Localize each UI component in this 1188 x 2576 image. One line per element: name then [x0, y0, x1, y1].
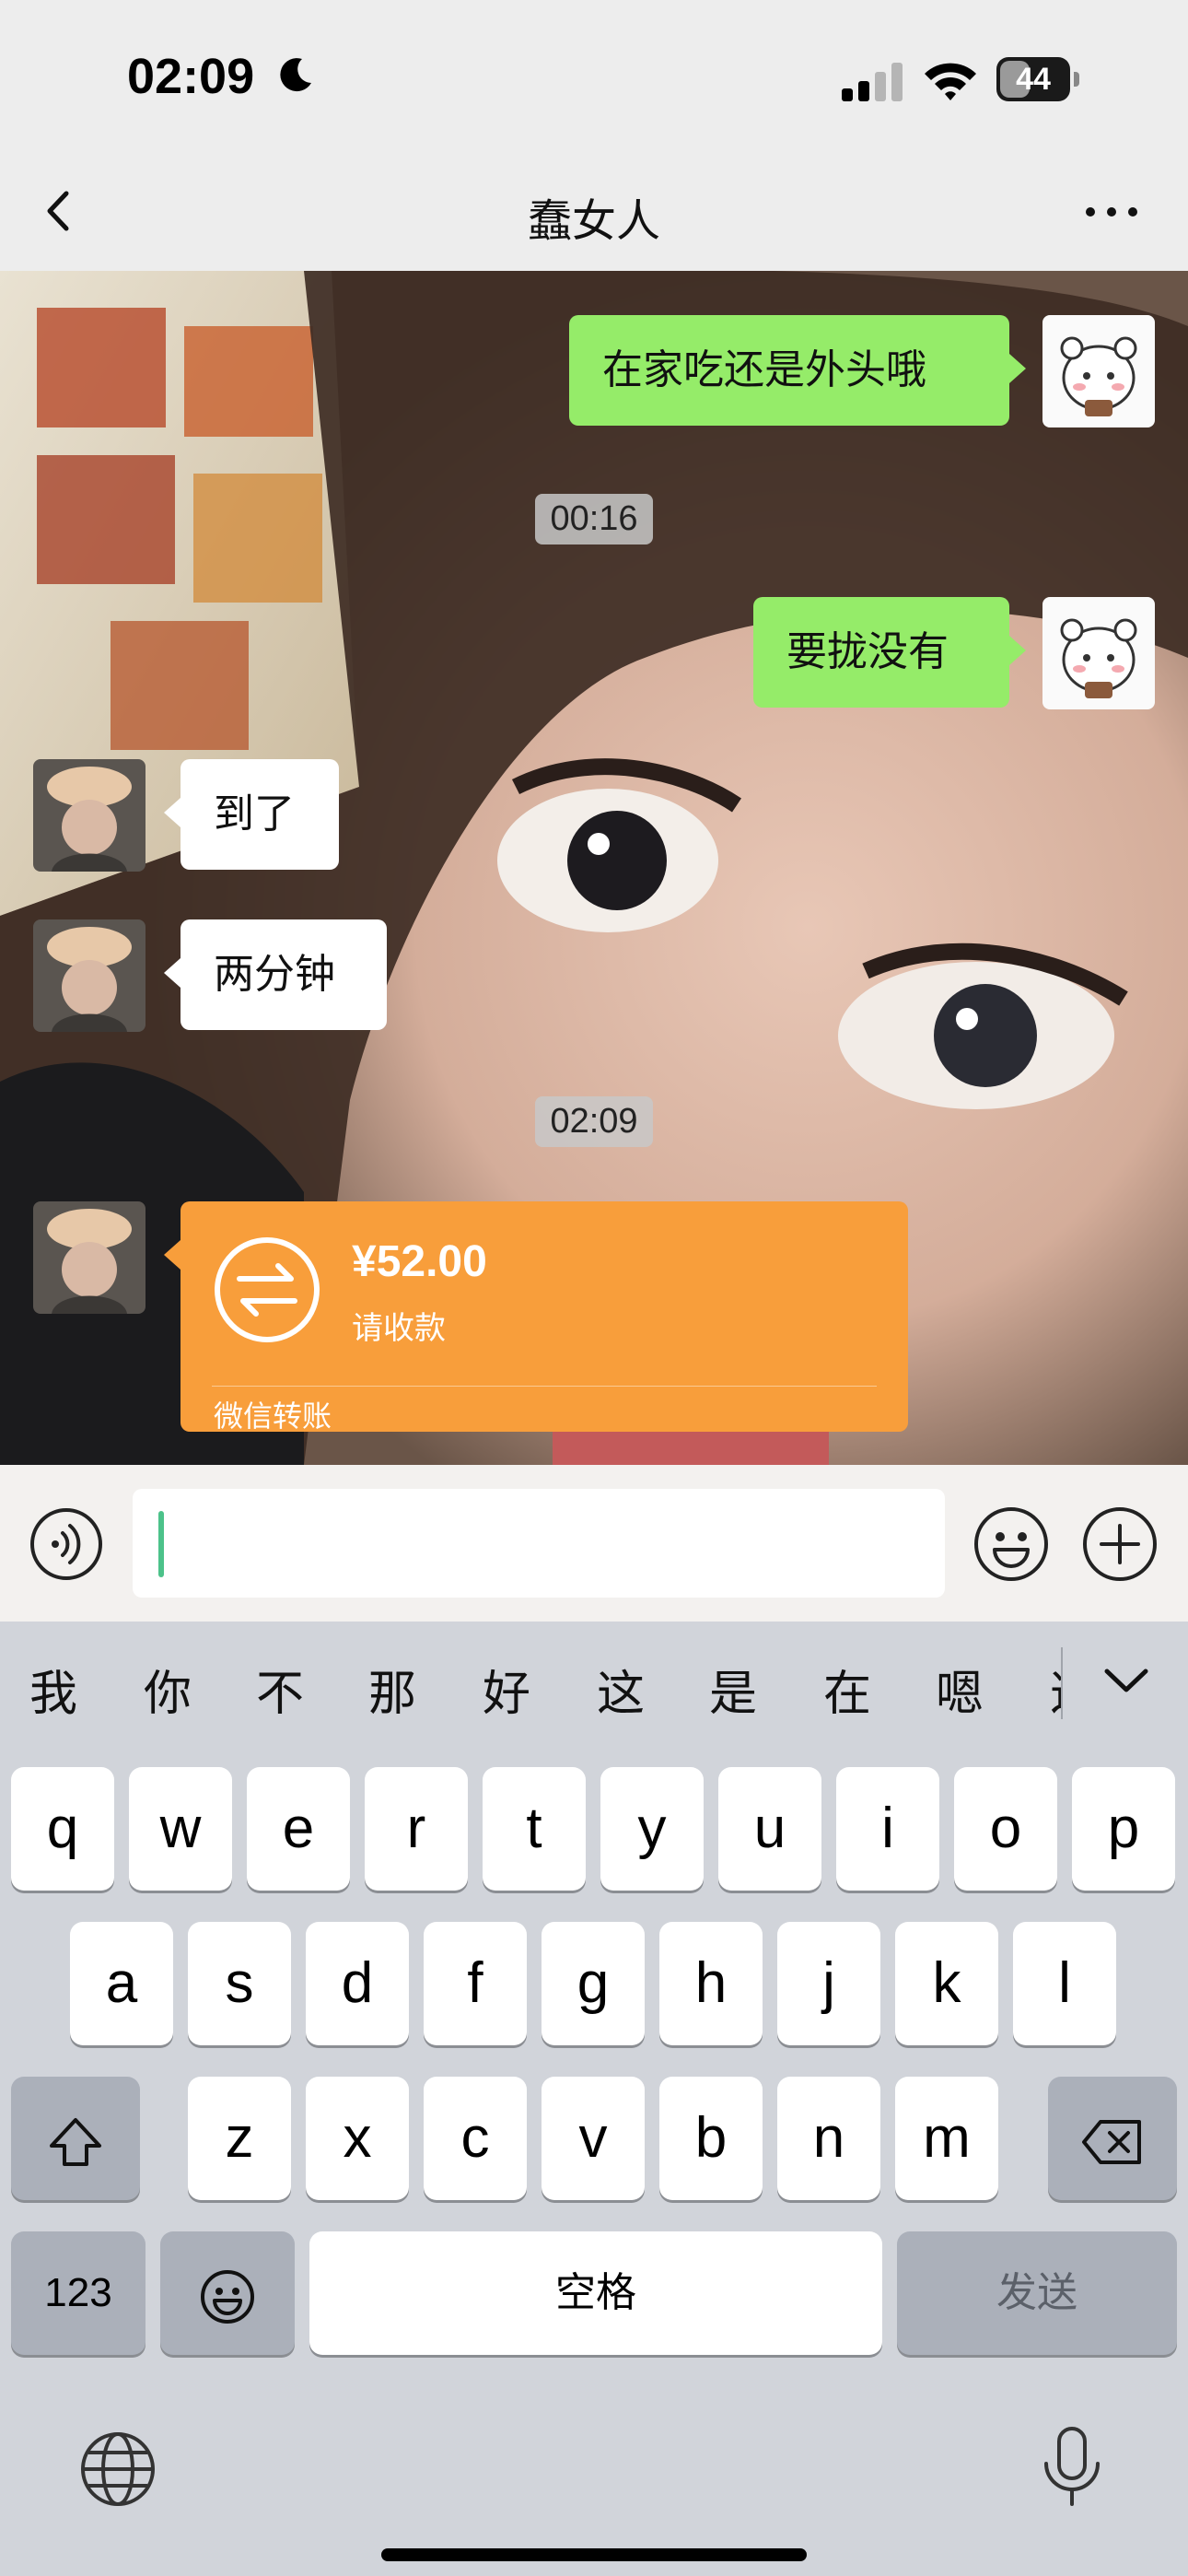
timestamp: 00:16: [0, 494, 1188, 544]
key-a[interactable]: a: [70, 1922, 173, 2045]
key-g[interactable]: g: [542, 1922, 645, 2045]
key-f[interactable]: f: [424, 1922, 527, 2045]
message-bubble-incoming[interactable]: 到了: [164, 759, 339, 870]
message-bubble-outgoing[interactable]: 在家吃还是外头哦: [569, 315, 1026, 426]
message-text: 在家吃还是外头哦: [602, 346, 926, 393]
key-l[interactable]: l: [1013, 1922, 1116, 2045]
key-n[interactable]: n: [777, 2077, 880, 2200]
wechat-transfer-card[interactable]: ¥52.00 请收款 微信转账: [164, 1201, 908, 1434]
key-s[interactable]: s: [188, 1922, 291, 2045]
key-b[interactable]: b: [659, 2077, 763, 2200]
transfer-divider: [212, 1386, 877, 1387]
candidate-word[interactable]: 在: [823, 1655, 871, 1724]
message-text: 要拢没有: [786, 628, 949, 675]
numbers-key[interactable]: 123: [11, 2231, 146, 2355]
candidate-word[interactable]: 这: [1050, 1655, 1061, 1724]
battery-percent: 44: [1016, 62, 1051, 97]
shift-icon: [50, 2117, 101, 2166]
microphone-icon[interactable]: [1035, 2423, 1109, 2512]
voice-input-icon[interactable]: [29, 1507, 103, 1581]
key-q[interactable]: q: [11, 1767, 114, 1891]
nav-bar: 蠢女人: [0, 157, 1188, 272]
key-t[interactable]: t: [483, 1767, 586, 1891]
message-text: 到了: [214, 790, 295, 837]
transfer-arrows-icon: [215, 1237, 320, 1342]
message-input[interactable]: [133, 1489, 945, 1598]
space-key[interactable]: 空格: [309, 2231, 882, 2355]
transfer-status: 请收款: [352, 1310, 446, 1347]
input-bar: [0, 1465, 1188, 1622]
message-text: 两分钟: [214, 951, 335, 998]
battery-indicator: 44: [996, 57, 1079, 101]
contact-avatar[interactable]: [33, 759, 146, 872]
candidate-word[interactable]: 你: [144, 1655, 192, 1724]
key-e[interactable]: e: [247, 1767, 350, 1891]
key-d[interactable]: d: [306, 1922, 409, 2045]
my-avatar[interactable]: [1042, 315, 1155, 427]
globe-icon[interactable]: [77, 2429, 158, 2510]
key-h[interactable]: h: [659, 1922, 763, 2045]
keyboard: 我 你 不 那 好 这 是 在 嗯 这 q w e r t y u i o p …: [0, 1622, 1188, 2576]
home-indicator: [381, 2548, 807, 2561]
contact-avatar[interactable]: [33, 1201, 146, 1314]
backspace-icon: [1082, 2119, 1141, 2164]
transfer-amount: ¥52.00: [352, 1237, 487, 1286]
key-m[interactable]: m: [895, 2077, 998, 2200]
contact-avatar[interactable]: [33, 919, 146, 1032]
chat-title: 蠢女人: [527, 195, 660, 247]
add-icon[interactable]: [1081, 1505, 1159, 1583]
candidate-word[interactable]: 这: [597, 1655, 645, 1724]
status-bar: 02:09 44: [0, 0, 1188, 157]
key-j[interactable]: j: [777, 1922, 880, 2045]
text-cursor: [158, 1511, 164, 1577]
key-y[interactable]: y: [600, 1767, 704, 1891]
key-p[interactable]: p: [1072, 1767, 1175, 1891]
emoji-keyboard-icon: [201, 2269, 254, 2324]
shift-key[interactable]: [11, 2077, 140, 2200]
candidate-word[interactable]: 那: [368, 1655, 416, 1724]
emoji-key[interactable]: [160, 2231, 295, 2355]
key-v[interactable]: v: [542, 2077, 645, 2200]
wifi-icon: [925, 63, 976, 100]
key-r[interactable]: r: [365, 1767, 468, 1891]
candidate-word[interactable]: 嗯: [936, 1655, 984, 1724]
candidate-word[interactable]: 不: [256, 1655, 304, 1724]
backspace-key[interactable]: [1048, 2077, 1177, 2200]
send-key[interactable]: 发送: [897, 2231, 1177, 2355]
chevron-down-icon[interactable]: [1094, 1658, 1159, 1704]
candidate-word[interactable]: 我: [29, 1655, 77, 1724]
candidate-word[interactable]: 好: [483, 1655, 530, 1724]
key-u[interactable]: u: [718, 1767, 821, 1891]
timestamp: 02:09: [0, 1096, 1188, 1147]
message-bubble-incoming[interactable]: 两分钟: [164, 919, 387, 1030]
chat-area[interactable]: 在家吃还是外头哦 00:16 要拢没有 到了 两分钟 02:09 ¥52.00 …: [0, 271, 1188, 1465]
timestamp-text: 00:16: [535, 494, 653, 544]
more-options-icon[interactable]: [1079, 193, 1144, 230]
my-avatar[interactable]: [1042, 597, 1155, 709]
key-c[interactable]: c: [424, 2077, 527, 2200]
key-w[interactable]: w: [129, 1767, 232, 1891]
candidate-separator: [1061, 1647, 1063, 1719]
message-bubble-outgoing[interactable]: 要拢没有: [753, 597, 1026, 708]
cellular-signal-icon: [842, 63, 903, 101]
emoji-icon[interactable]: [973, 1505, 1050, 1583]
transfer-label: 微信转账: [214, 1399, 332, 1434]
candidate-word[interactable]: 是: [709, 1655, 757, 1724]
key-o[interactable]: o: [954, 1767, 1057, 1891]
key-z[interactable]: z: [188, 2077, 291, 2200]
key-x[interactable]: x: [306, 2077, 409, 2200]
moon-icon: [280, 58, 311, 92]
status-time: 02:09: [127, 49, 255, 104]
battery-tip: [1074, 72, 1079, 87]
timestamp-text: 02:09: [535, 1096, 653, 1147]
candidate-bar: 我 你 不 那 好 这 是 在 嗯 这: [0, 1622, 1188, 1741]
key-k[interactable]: k: [895, 1922, 998, 2045]
key-i[interactable]: i: [836, 1767, 939, 1891]
